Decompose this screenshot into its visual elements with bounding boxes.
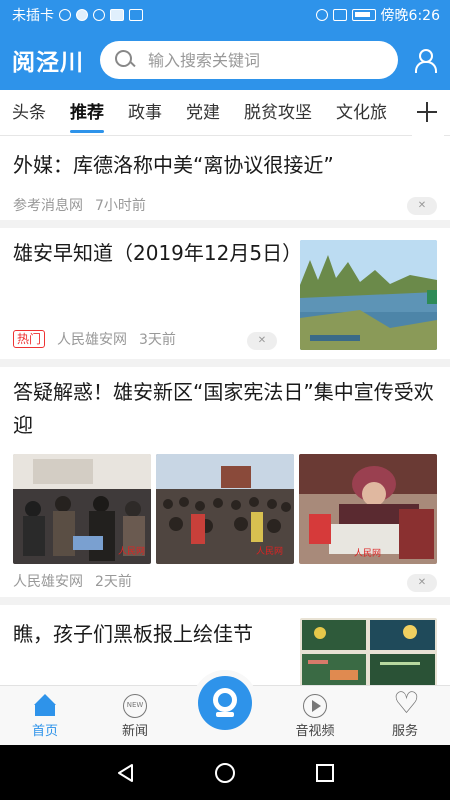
camera-button[interactable] [198,676,252,730]
news-thumbnail: 人民网 [299,454,437,564]
nav-service-label: 服务 [391,724,418,739]
app-header: 阅泾川 [0,30,450,90]
nav-service[interactable]: 服务 [360,686,450,745]
news-thumbnail [300,240,437,350]
user-status-icon [76,9,88,21]
tab-recommended[interactable]: 推荐 [58,90,116,136]
carrier-text: 未插卡 [12,8,54,24]
app-notification-icon [110,9,124,21]
news-source: 人民雄安网 [13,574,83,590]
news-item[interactable]: 瞧，孩子们黑板报上绘佳节 [0,605,450,685]
clock-text: 傍晚6:26 [380,8,440,24]
dismiss-icon[interactable] [407,197,437,215]
nav-news[interactable]: NEW 新闻 [90,686,180,745]
news-source: 人民雄安网 [57,332,128,348]
nav-home-label: 首页 [31,724,58,739]
search-input[interactable] [148,50,348,70]
vibrate-icon [332,9,347,21]
svg-text:人民网: 人民网 [256,546,283,557]
tab-poverty[interactable]: 脱贫攻坚 [232,90,324,136]
category-tabs: 头条 推荐 政事 党建 脱贫攻坚 文化旅 [0,90,450,136]
camera-icon [213,688,237,718]
news-meta: 人民雄安网 2天前 [13,571,132,591]
battery-icon [351,9,376,21]
news-thumbnail [300,618,437,685]
news-title: 答疑解惑！雄安新区“国家宪法日”集中宣传受欢迎 [13,380,434,437]
nav-video-label: 音视频 [295,724,335,739]
tab-politics[interactable]: 政事 [116,90,174,136]
play-icon [303,694,327,718]
news-feed[interactable]: 外媒：库德洛称中美“离协议很接近” 参考消息网 7小时前 雄安早知道（2019年… [0,137,450,685]
news-item[interactable]: 雄安早知道（2019年12月5日） 热门 人民雄安网 3天前 [0,228,450,367]
tab-culture-travel[interactable]: 文化旅 [324,90,399,136]
news-title: 瞧，孩子们黑板报上绘佳节 [13,622,253,646]
news-item[interactable]: 外媒：库德洛称中美“离协议很接近” 参考消息网 7小时前 [0,137,450,228]
news-meta: 热门 人民雄安网 3天前 [13,329,176,349]
top-bar: 未插卡 傍晚6:26 阅泾川 [0,0,450,90]
news-item[interactable]: 答疑解惑！雄安新区“国家宪法日”集中宣传受欢迎 人民网 人民网 人民网 人民雄安… [0,367,450,605]
news-title: 雄安早知道（2019年12月5日） [13,241,303,265]
news-meta: 参考消息网 7小时前 [13,195,146,215]
news-time: 7小时前 [95,198,146,214]
wifi-icon [315,9,328,21]
news-title: 外媒：库德洛称中美“离协议很接近” [13,153,334,177]
news-thumbnail: 人民网 [156,454,294,564]
tab-headlines[interactable]: 头条 [0,90,58,136]
system-nav-bar [0,745,450,800]
hot-badge: 热门 [13,330,46,348]
status-bar: 未插卡 傍晚6:26 [0,0,450,30]
heart-icon [393,686,417,722]
svg-text:人民网: 人民网 [354,548,381,559]
search-icon [114,49,136,71]
nav-news-label: 新闻 [121,724,148,739]
tabs-scroll[interactable]: 头条 推荐 政事 党建 脱贫攻坚 文化旅 [0,90,410,136]
app-logo: 阅泾川 [12,49,84,76]
tiktok-icon [93,9,105,21]
back-icon[interactable] [116,763,136,783]
heart-monitor-icon [59,9,71,21]
user-icon[interactable] [412,47,438,73]
svg-text:人民网: 人民网 [118,546,145,557]
news-icon: NEW [123,694,147,718]
search-box[interactable] [100,41,398,79]
news-badge-text: NEW [126,701,144,709]
news-source: 参考消息网 [13,198,83,214]
add-tab-icon[interactable] [412,90,444,136]
nav-video[interactable]: 音视频 [270,686,360,745]
tab-party[interactable]: 党建 [174,90,232,136]
news-thumbnail: 人民网 [13,454,151,564]
nav-home[interactable]: 首页 [0,686,90,745]
home-circle-icon[interactable] [214,762,236,784]
news-time: 3天前 [139,332,176,348]
dismiss-icon[interactable] [407,574,437,592]
sim-icon [129,9,143,21]
news-time: 2天前 [95,574,132,590]
recents-icon[interactable] [315,763,335,783]
home-icon [33,694,57,718]
dismiss-icon[interactable] [247,332,277,350]
